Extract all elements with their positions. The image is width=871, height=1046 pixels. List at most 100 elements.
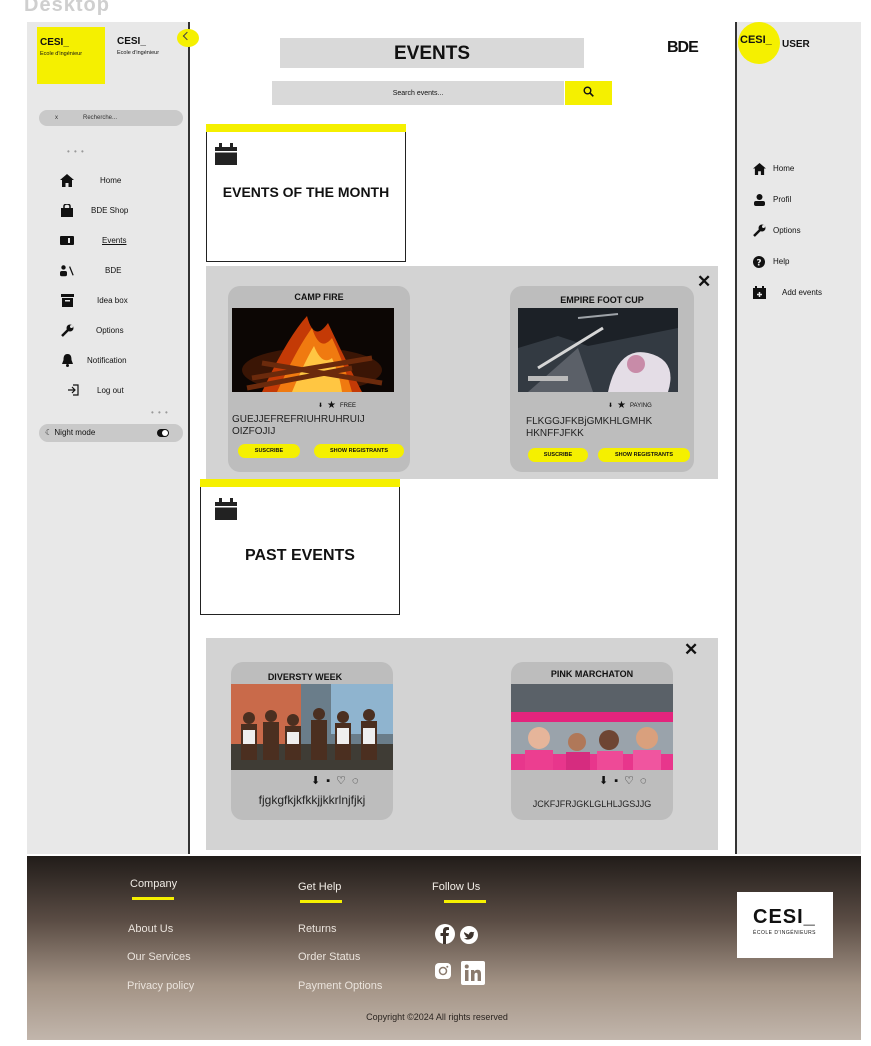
ghost-title: Desktop	[24, 0, 110, 16]
facebook-icon[interactable]	[435, 924, 455, 949]
download-icon[interactable]: ⬇	[318, 402, 323, 409]
wrench-icon	[60, 323, 74, 337]
event-card-pink-marchaton[interactable]: PINK MARCHATON ⬇ ▪ ♡ ◌ JCKFJFRJGKLGLHLJG…	[511, 662, 673, 820]
download-icon[interactable]: ⬇	[311, 774, 320, 787]
event-name: PINK MARCHATON	[550, 669, 634, 679]
sidebar-item-log-out[interactable]: Log out	[60, 375, 185, 405]
comment-icon[interactable]: ◌	[640, 775, 647, 787]
right-item-profil[interactable]: Profil	[752, 184, 857, 215]
event-price: PAYING	[630, 402, 652, 409]
sidebar-item-idea-box[interactable]: Idea box	[60, 285, 185, 315]
logout-icon	[66, 383, 80, 397]
group-icon	[60, 263, 74, 277]
user-name[interactable]: USER	[782, 39, 810, 50]
right-item-label: Profil	[773, 195, 792, 204]
logo-sub: Ecole d'ingénieur	[40, 51, 83, 57]
event-card-diversity-week[interactable]: DIVERSTY WEEK ⬇ ▪ ♡ ◌ fjgkgfkjkfkkjjkkrl…	[231, 662, 393, 820]
star-icon[interactable]: ★	[327, 400, 336, 411]
footer-link-payment-options[interactable]: Payment Options	[298, 980, 382, 992]
subscribe-button[interactable]: SUSCRIBE	[528, 448, 588, 462]
event-name: CAMP FIRE	[294, 292, 344, 302]
left-divider	[188, 22, 190, 854]
heading-underline	[300, 900, 342, 903]
right-item-options[interactable]: Options	[752, 215, 857, 246]
person-icon	[752, 193, 766, 206]
heart-icon[interactable]: ♡	[336, 774, 346, 787]
close-icon[interactable]: ✕	[684, 640, 698, 660]
sidebar-item-bde[interactable]: BDE	[60, 255, 185, 285]
wrench-icon	[752, 224, 766, 237]
right-item-home[interactable]: Home	[752, 153, 857, 184]
right-item-label: Home	[773, 164, 795, 173]
footer-link-privacy-policy[interactable]: Privacy policy	[127, 980, 194, 992]
linkedin-icon[interactable]	[461, 961, 485, 990]
instagram-icon[interactable]	[435, 963, 451, 984]
event-actions: ⬇ ▪ ♡ ◌	[311, 774, 359, 788]
event-name: DIVERSTY WEEK	[267, 672, 343, 682]
event-name: EMPIRE FOOT CUP	[560, 295, 644, 305]
bell-icon	[60, 353, 74, 367]
right-item-add-events[interactable]: Add events	[752, 277, 857, 308]
calendar-add-icon	[752, 286, 766, 299]
star-icon[interactable]: ★	[617, 400, 626, 411]
search-clear-icon[interactable]: x	[55, 110, 58, 126]
subscribe-button[interactable]: SUSCRIBE	[238, 444, 300, 458]
sidebar-item-label: Notification	[87, 355, 127, 365]
event-image	[231, 684, 393, 775]
sidebar-item-label: Home	[100, 175, 122, 185]
sidebar-search-input[interactable]: x Recherche...	[39, 110, 183, 126]
footer-link-about-us[interactable]: About Us	[128, 923, 173, 935]
footer-link-order-status[interactable]: Order Status	[298, 951, 360, 963]
event-meta: ⬇ ★ FREE	[318, 400, 356, 411]
twitter-icon[interactable]	[460, 926, 478, 949]
sidebar-item-bde-shop[interactable]: BDE Shop	[60, 195, 185, 225]
event-image	[511, 684, 673, 775]
logo-text-main: CESI_	[117, 36, 146, 47]
heart-icon[interactable]: ♡	[624, 774, 634, 787]
toggle-switch[interactable]	[157, 429, 169, 437]
events-of-month-card: EVENTS OF THE MONTH	[206, 124, 406, 262]
event-description: fjgkgfkjkfkkjjkkrlnjfjkj	[258, 793, 366, 807]
event-card-empire-foot-cup[interactable]: EMPIRE FOOT CUP ⬇ ★ PAYING FLKGGJFKBjGMK…	[510, 286, 694, 472]
close-icon[interactable]: ✕	[697, 272, 711, 292]
download-icon[interactable]: ⬇	[599, 774, 608, 787]
logo-text-sub: Ecole d'ingénieur	[117, 50, 160, 56]
footer-heading: Get Help	[298, 881, 342, 893]
shop-bag-icon	[60, 203, 74, 217]
event-description: GUEJJEFREFRIUHRUHRUIJ OIZFOJIJ	[232, 414, 365, 437]
collapse-sidebar-button[interactable]	[177, 29, 199, 47]
help-icon: ?	[752, 255, 766, 268]
footer-link-returns[interactable]: Returns	[298, 923, 337, 935]
event-image	[232, 308, 394, 397]
show-registrants-button[interactable]: SHOW REGISTRANTS	[598, 448, 690, 462]
home-icon	[752, 162, 766, 175]
right-item-help[interactable]: ? Help	[752, 246, 857, 277]
sidebar-item-options[interactable]: Options	[60, 315, 185, 345]
calendar-icon	[215, 143, 237, 170]
sidebar-search-placeholder: Recherche...	[83, 115, 118, 121]
cesi-logo-text: CESI_ Ecole d'ingénieur	[117, 36, 159, 56]
search-button[interactable]	[565, 81, 612, 105]
footer-heading: Company	[130, 878, 178, 890]
event-image	[518, 308, 678, 397]
event-price: FREE	[340, 402, 357, 409]
sidebar-item-home[interactable]: Home	[60, 165, 185, 195]
sidebar-item-notification[interactable]: Notification	[60, 345, 185, 375]
show-registrants-button[interactable]: SHOW REGISTRANTS	[314, 444, 404, 458]
sidebar-item-events[interactable]: Events	[60, 225, 185, 255]
right-sidebar	[737, 22, 861, 854]
event-card-camp-fire[interactable]: CAMP FIRE ⬇ ★ FREE GUEJJEFREFRIUHRUHRUIJ…	[228, 286, 410, 472]
footer-link-our-services[interactable]: Our Services	[127, 951, 191, 963]
night-mode-label: Night mode	[54, 428, 96, 437]
bookmark-icon[interactable]: ▪	[326, 775, 330, 787]
night-mode-toggle[interactable]: ☾ Night mode	[39, 424, 183, 442]
comment-icon[interactable]: ◌	[352, 775, 359, 787]
download-icon[interactable]: ⬇	[608, 402, 613, 409]
cesi-logo-tile[interactable]: CESI_ Ecole d'ingénieur	[37, 27, 105, 84]
events-search-input[interactable]: Search events...	[272, 81, 564, 105]
user-avatar[interactable]: CESI_	[738, 22, 780, 64]
bookmark-icon[interactable]: ▪	[614, 775, 618, 787]
past-events-card: PAST EVENTS	[200, 479, 400, 615]
logo-main: CESI_	[40, 37, 69, 48]
event-description: JCKFJFRJGKLGLHLJGSJJG	[532, 799, 652, 809]
